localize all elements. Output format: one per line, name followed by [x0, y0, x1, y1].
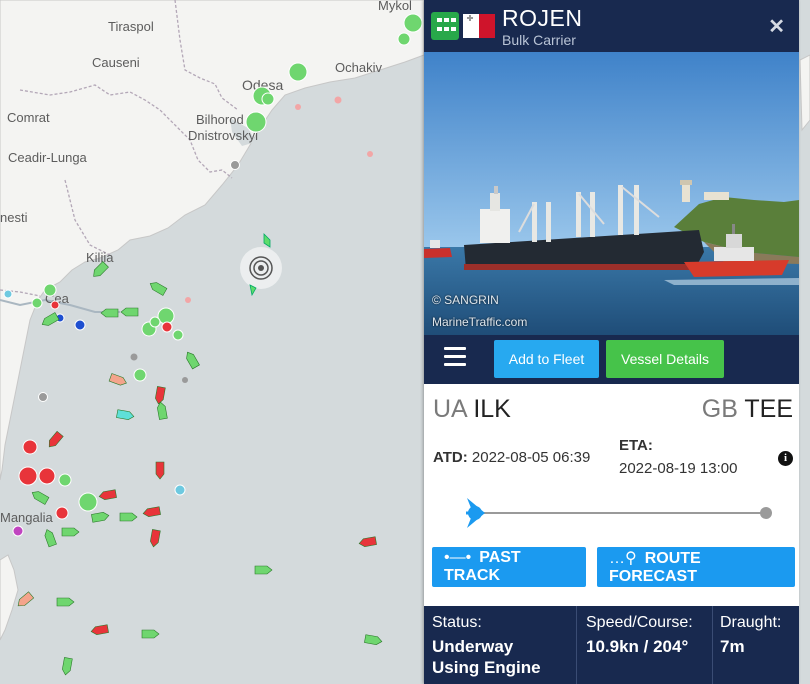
ship-marker[interactable]	[172, 329, 184, 341]
ship-marker[interactable]	[261, 92, 275, 106]
atd-field: ATD: 2022-08-05 06:39	[433, 449, 590, 466]
arrival-country: GB	[701, 395, 738, 423]
place-label: Mangalia	[0, 510, 54, 525]
grid-icon[interactable]	[431, 12, 459, 40]
speed-column: Speed/Course: 10.9kn / 204°	[576, 606, 713, 684]
ship-marker[interactable]	[50, 300, 60, 310]
place-label: Mykol	[378, 0, 412, 13]
ship-marker[interactable]	[31, 297, 43, 309]
ship-marker[interactable]	[288, 62, 308, 82]
ship-marker[interactable]	[78, 492, 98, 512]
route-forecast-icon: …⚲	[609, 550, 637, 567]
photo-credit-site: MarineTraffic.com	[432, 315, 528, 329]
draught-label: Draught:	[720, 614, 782, 631]
land-east	[799, 54, 810, 132]
place-label: Dnistrovskyi	[188, 128, 258, 143]
vessel-header: ROJEN Bulk Carrier ✕	[424, 0, 799, 52]
eta-label: ETA:	[619, 437, 653, 454]
ship-marker[interactable]	[149, 316, 161, 328]
action-bar: Add to Fleet Vessel Details	[424, 335, 799, 384]
voyage-section: UA ILK GB TEE ATD: 2022-08-05 06:39 ETA:…	[424, 384, 799, 606]
past-track-button[interactable]: •—• PAST TRACK	[432, 547, 586, 587]
route-forecast-button[interactable]: …⚲ ROUTE FORECAST	[597, 547, 795, 587]
departure-port[interactable]: UA ILK	[433, 395, 511, 424]
status-label: Status:	[432, 614, 482, 631]
arrival-port[interactable]: GB TEE	[702, 395, 793, 424]
vessel-type: Bulk Carrier	[502, 32, 576, 48]
ship-marker[interactable]	[245, 111, 267, 133]
ship-marker[interactable]	[74, 319, 86, 331]
photo-credit-owner: © SANGRIN	[432, 293, 499, 307]
hamburger-menu-icon[interactable]	[444, 347, 466, 371]
close-icon[interactable]: ✕	[768, 14, 785, 39]
eta-value: 2022-08-19 13:00	[619, 460, 738, 477]
ship-marker[interactable]	[18, 466, 38, 486]
ship-marker[interactable]	[3, 289, 13, 299]
vessel-details-button[interactable]: Vessel Details	[606, 340, 724, 378]
vessel-progress-icon	[467, 498, 485, 528]
place-label: Kiliia	[86, 250, 114, 265]
place-label: Comrat	[7, 110, 50, 125]
malta-flag-icon	[463, 14, 495, 38]
vessel-panel: ROJEN Bulk Carrier ✕ © SANGRIN MarineTra…	[424, 0, 799, 684]
draught-value: 7m	[720, 637, 745, 656]
info-icon[interactable]: i	[778, 451, 793, 466]
speed-value: 10.9kn / 204°	[586, 637, 689, 656]
arrival-port-code: TEE	[744, 395, 793, 423]
vessel-name: ROJEN	[502, 5, 583, 31]
place-label: Bilhorod	[196, 112, 244, 127]
status-bar: Status: Underway Using Engine Speed/Cour…	[424, 606, 799, 684]
ship-marker[interactable]	[12, 525, 24, 537]
voyage-progress	[466, 498, 772, 528]
ship-marker[interactable]	[43, 283, 57, 297]
place-label: Ochakiv	[335, 60, 382, 75]
place-label: Tiraspol	[108, 19, 154, 34]
departure-port-code: ILK	[473, 395, 511, 423]
past-track-icon: •—•	[444, 549, 472, 566]
vessel-photo[interactable]: © SANGRIN MarineTraffic.com	[424, 52, 799, 335]
ship-marker[interactable]	[174, 484, 186, 496]
ship-marker[interactable]	[55, 506, 69, 520]
atd-label: ATD:	[433, 449, 468, 466]
ship-marker[interactable]	[133, 368, 147, 382]
ship-marker[interactable]	[38, 467, 56, 485]
place-label: Ceadir-Lunga	[8, 150, 88, 165]
ship-marker[interactable]	[58, 473, 72, 487]
atd-value: 2022-08-05 06:39	[471, 449, 591, 466]
status-value: Underway Using Engine	[432, 636, 541, 678]
status-value-line1: Underway	[432, 637, 514, 656]
add-to-fleet-button[interactable]: Add to Fleet	[494, 340, 599, 378]
status-column: Status: Underway Using Engine	[424, 606, 576, 684]
status-value-line2: Using Engine	[432, 658, 541, 677]
ship-marker[interactable]	[22, 439, 38, 455]
draught-column: Draught: 7m	[712, 606, 800, 684]
departure-country: UA	[433, 395, 467, 423]
speed-label: Speed/Course:	[586, 614, 693, 631]
place-label: nesti	[0, 210, 28, 225]
ship-marker[interactable]	[403, 13, 423, 33]
ship-marker[interactable]	[161, 321, 173, 333]
destination-dot	[760, 507, 772, 519]
place-label: Causeni	[92, 55, 140, 70]
ship-marker[interactable]	[397, 32, 411, 46]
